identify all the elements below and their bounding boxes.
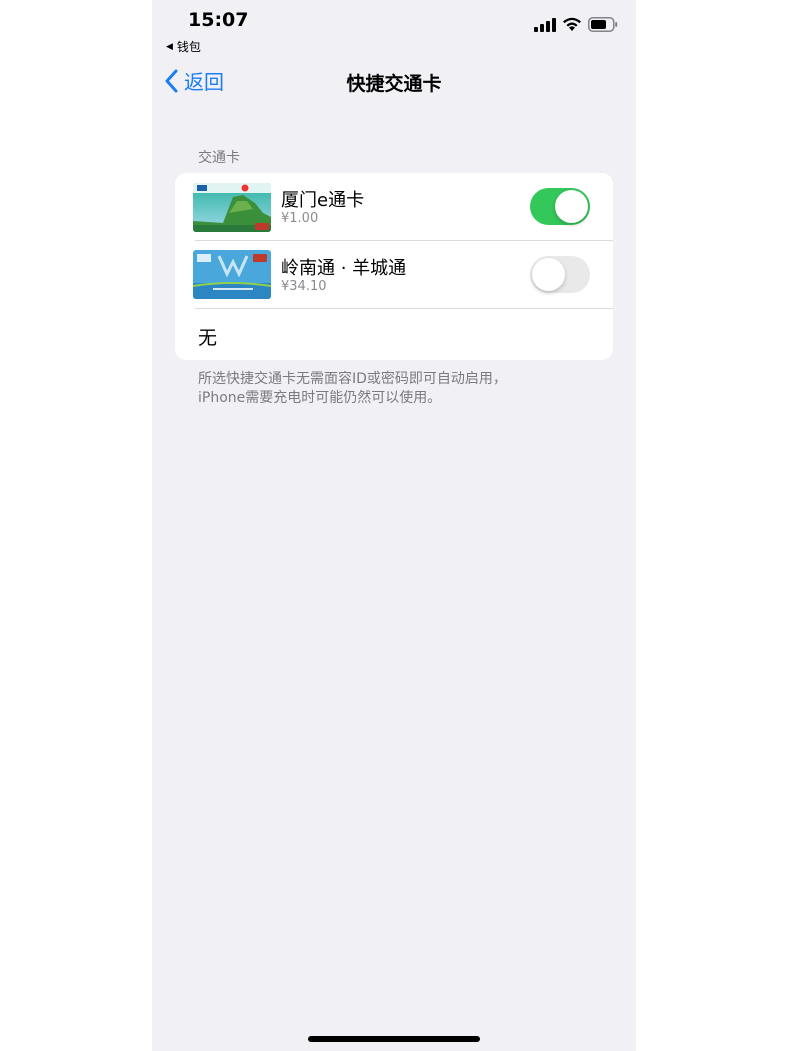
page-title: 快捷交通卡 [346,73,442,95]
toggle-knob [532,258,565,291]
toggle-knob [555,190,588,223]
card-name: 厦门e通卡 [281,190,365,211]
list-item-none[interactable]: 无 [175,309,613,360]
home-indicator[interactable] [308,1036,480,1042]
xiamen-card-image [193,183,271,232]
express-card-toggle[interactable] [530,188,590,225]
wifi-icon [563,17,581,31]
status-time: 15:07 [188,9,249,31]
back-app-label: 钱包 [176,40,201,54]
battery-icon [588,17,618,32]
none-option-label: 无 [198,327,218,349]
list-item-card-lingnan[interactable]: 岭南通 · 羊城通 ¥34.10 [175,241,613,309]
back-to-app-link[interactable]: ◀ 钱包 [166,38,201,55]
back-triangle-icon: ◀ [166,41,173,52]
section-header: 交通卡 [198,150,240,166]
card-balance: ¥1.00 [281,211,319,226]
card-balance: ¥34.10 [281,279,327,294]
lingnan-card-image [193,250,271,299]
status-icons [534,17,618,32]
footer-line-2: iPhone需要充电时可能仍然可以使用。 [198,390,442,406]
list-item-card-xiamen[interactable]: 厦门e通卡 ¥1.00 [175,173,613,241]
card-name: 岭南通 · 羊城通 [281,258,407,279]
section-footer: 所选快捷交通卡无需面容ID或密码即可自动启用， iPhone需要充电时可能仍然可… [198,370,598,408]
footer-line-1: 所选快捷交通卡无需面容ID或密码即可自动启用， [198,371,507,387]
phone-screen: 15:07 ◀ 钱包 返回 快捷交通卡 交通卡 厦门e通卡 ¥1.00 岭南通 … [152,0,636,1051]
express-card-toggle[interactable] [530,256,590,293]
transit-card-list: 厦门e通卡 ¥1.00 岭南通 · 羊城通 ¥34.10 无 [175,173,613,360]
signal-icon [534,17,556,32]
